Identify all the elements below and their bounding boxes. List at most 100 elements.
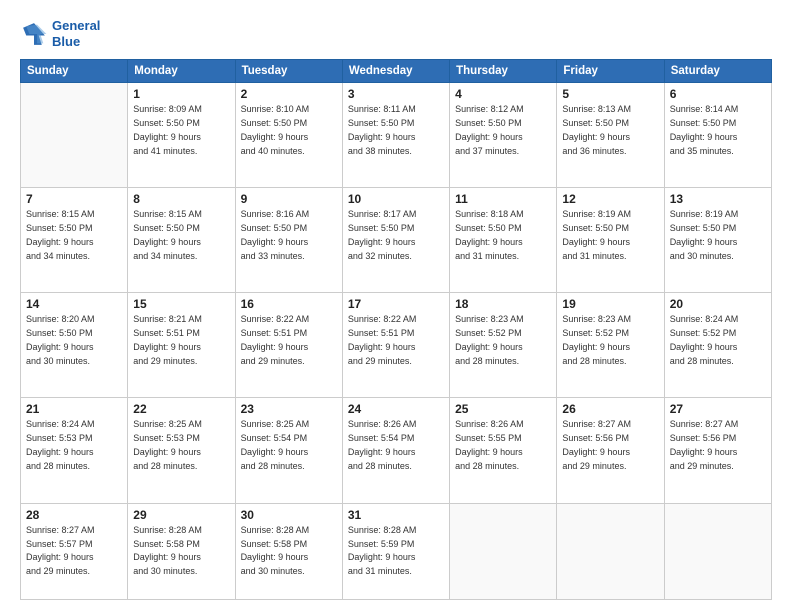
day-info: Sunrise: 8:11 AM Sunset: 5:50 PM Dayligh… [348, 103, 444, 159]
calendar-cell: 25Sunrise: 8:26 AM Sunset: 5:55 PM Dayli… [450, 398, 557, 503]
calendar-cell: 28 Sunrise: 8:27 AM Sunset: 5:57 PM Dayli… [21, 503, 128, 599]
day-number: 7 [26, 192, 122, 206]
day-info: Sunrise: 8:23 AM Sunset: 5:52 PM Dayligh… [562, 313, 658, 369]
calendar-cell: 1 Sunrise: 8:09 AM Sunset: 5:50 PM Daylig… [128, 83, 235, 188]
day-number: 21 [26, 402, 122, 416]
logo-icon [20, 20, 48, 48]
day-info: Sunrise: 8:15 AM Sunset: 5:50 PM Dayligh… [133, 208, 229, 264]
week-row-4: 21 Sunrise: 8:24 AM Sunset: 5:53 PM Dayli… [21, 398, 772, 503]
calendar-cell: 24 Sunrise: 8:26 AM Sunset: 5:54 PM Dayli… [342, 398, 449, 503]
day-number: 31 [348, 508, 444, 522]
header: General Blue [20, 18, 772, 49]
calendar-cell: 19 Sunrise: 8:23 AM Sunset: 5:52 PM Dayli… [557, 293, 664, 398]
logo-text: General Blue [52, 18, 100, 49]
calendar-cell: 3 Sunrise: 8:11 AM Sunset: 5:50 PM Daylig… [342, 83, 449, 188]
calendar-cell: 9Sunrise: 8:16 AM Sunset: 5:50 PM Daylig… [235, 188, 342, 293]
calendar-cell: 22Sunrise: 8:25 AM Sunset: 5:53 PM Dayli… [128, 398, 235, 503]
day-info: Sunrise: 8:28 AM Sunset: 5:58 PM Dayligh… [241, 524, 337, 580]
day-number: 28 [26, 508, 122, 522]
calendar-cell: 27Sunrise: 8:27 AM Sunset: 5:56 PM Dayli… [664, 398, 771, 503]
day-info: Sunrise: 8:22 AM Sunset: 5:51 PM Dayligh… [241, 313, 337, 369]
calendar-cell: 21 Sunrise: 8:24 AM Sunset: 5:53 PM Dayli… [21, 398, 128, 503]
day-info: Sunrise: 8:12 AM Sunset: 5:50 PM Dayligh… [455, 103, 551, 159]
calendar-cell: 29 Sunrise: 8:28 AM Sunset: 5:58 PM Dayli… [128, 503, 235, 599]
weekday-header-sunday: Sunday [21, 60, 128, 83]
day-number: 15 [133, 297, 229, 311]
calendar-cell [664, 503, 771, 599]
day-number: 12 [562, 192, 658, 206]
day-info: Sunrise: 8:25 AM Sunset: 5:54 PM Dayligh… [241, 418, 337, 474]
day-number: 2 [241, 87, 337, 101]
day-number: 6 [670, 87, 766, 101]
day-info: Sunrise: 8:23 AM Sunset: 5:52 PM Dayligh… [455, 313, 551, 369]
day-info: Sunrise: 8:17 AM Sunset: 5:50 PM Dayligh… [348, 208, 444, 264]
weekday-header-monday: Monday [128, 60, 235, 83]
calendar-cell [557, 503, 664, 599]
calendar-cell: 17 Sunrise: 8:22 AM Sunset: 5:51 PM Dayli… [342, 293, 449, 398]
day-number: 5 [562, 87, 658, 101]
calendar-cell: 18 Sunrise: 8:23 AM Sunset: 5:52 PM Dayli… [450, 293, 557, 398]
day-number: 23 [241, 402, 337, 416]
page: General Blue SundayMondayTuesdayWednesda… [0, 0, 792, 612]
day-info: Sunrise: 8:14 AM Sunset: 5:50 PM Dayligh… [670, 103, 766, 159]
day-number: 9 [241, 192, 337, 206]
calendar-cell: 11 Sunrise: 8:18 AM Sunset: 5:50 PM Dayli… [450, 188, 557, 293]
day-info: Sunrise: 8:09 AM Sunset: 5:50 PM Dayligh… [133, 103, 229, 159]
calendar-cell: 15Sunrise: 8:21 AM Sunset: 5:51 PM Dayli… [128, 293, 235, 398]
calendar-table: SundayMondayTuesdayWednesdayThursdayFrid… [20, 59, 772, 600]
calendar-cell [450, 503, 557, 599]
day-info: Sunrise: 8:15 AM Sunset: 5:50 PM Dayligh… [26, 208, 122, 264]
day-info: Sunrise: 8:26 AM Sunset: 5:54 PM Dayligh… [348, 418, 444, 474]
day-info: Sunrise: 8:24 AM Sunset: 5:52 PM Dayligh… [670, 313, 766, 369]
day-number: 29 [133, 508, 229, 522]
day-info: Sunrise: 8:28 AM Sunset: 5:59 PM Dayligh… [348, 524, 444, 580]
calendar-cell: 7 Sunrise: 8:15 AM Sunset: 5:50 PM Daylig… [21, 188, 128, 293]
weekday-header-friday: Friday [557, 60, 664, 83]
day-number: 1 [133, 87, 229, 101]
day-info: Sunrise: 8:22 AM Sunset: 5:51 PM Dayligh… [348, 313, 444, 369]
calendar-cell: 14Sunrise: 8:20 AM Sunset: 5:50 PM Dayli… [21, 293, 128, 398]
day-number: 17 [348, 297, 444, 311]
calendar-cell: 13 Sunrise: 8:19 AM Sunset: 5:50 PM Dayli… [664, 188, 771, 293]
day-info: Sunrise: 8:28 AM Sunset: 5:58 PM Dayligh… [133, 524, 229, 580]
day-number: 24 [348, 402, 444, 416]
calendar-cell: 8Sunrise: 8:15 AM Sunset: 5:50 PM Daylig… [128, 188, 235, 293]
week-row-5: 28 Sunrise: 8:27 AM Sunset: 5:57 PM Dayli… [21, 503, 772, 599]
day-number: 30 [241, 508, 337, 522]
calendar-cell: 30 Sunrise: 8:28 AM Sunset: 5:58 PM Dayli… [235, 503, 342, 599]
calendar-cell: 23 Sunrise: 8:25 AM Sunset: 5:54 PM Dayli… [235, 398, 342, 503]
logo: General Blue [20, 18, 100, 49]
day-number: 16 [241, 297, 337, 311]
calendar-cell: 5Sunrise: 8:13 AM Sunset: 5:50 PM Daylig… [557, 83, 664, 188]
calendar-cell: 10 Sunrise: 8:17 AM Sunset: 5:50 PM Dayli… [342, 188, 449, 293]
day-number: 13 [670, 192, 766, 206]
calendar-cell: 12Sunrise: 8:19 AM Sunset: 5:50 PM Dayli… [557, 188, 664, 293]
calendar-cell: 4Sunrise: 8:12 AM Sunset: 5:50 PM Daylig… [450, 83, 557, 188]
weekday-header-row: SundayMondayTuesdayWednesdayThursdayFrid… [21, 60, 772, 83]
day-number: 26 [562, 402, 658, 416]
calendar-cell [21, 83, 128, 188]
day-info: Sunrise: 8:24 AM Sunset: 5:53 PM Dayligh… [26, 418, 122, 474]
day-info: Sunrise: 8:27 AM Sunset: 5:56 PM Dayligh… [562, 418, 658, 474]
day-number: 10 [348, 192, 444, 206]
day-number: 20 [670, 297, 766, 311]
calendar-cell: 2 Sunrise: 8:10 AM Sunset: 5:50 PM Daylig… [235, 83, 342, 188]
day-info: Sunrise: 8:27 AM Sunset: 5:57 PM Dayligh… [26, 524, 122, 580]
day-info: Sunrise: 8:10 AM Sunset: 5:50 PM Dayligh… [241, 103, 337, 159]
calendar-cell: 31 Sunrise: 8:28 AM Sunset: 5:59 PM Dayli… [342, 503, 449, 599]
calendar-cell: 20 Sunrise: 8:24 AM Sunset: 5:52 PM Dayli… [664, 293, 771, 398]
day-number: 11 [455, 192, 551, 206]
day-info: Sunrise: 8:18 AM Sunset: 5:50 PM Dayligh… [455, 208, 551, 264]
day-info: Sunrise: 8:20 AM Sunset: 5:50 PM Dayligh… [26, 313, 122, 369]
day-number: 18 [455, 297, 551, 311]
day-info: Sunrise: 8:25 AM Sunset: 5:53 PM Dayligh… [133, 418, 229, 474]
week-row-3: 14Sunrise: 8:20 AM Sunset: 5:50 PM Dayli… [21, 293, 772, 398]
day-number: 27 [670, 402, 766, 416]
day-number: 3 [348, 87, 444, 101]
calendar-cell: 6 Sunrise: 8:14 AM Sunset: 5:50 PM Daylig… [664, 83, 771, 188]
day-info: Sunrise: 8:19 AM Sunset: 5:50 PM Dayligh… [670, 208, 766, 264]
weekday-header-tuesday: Tuesday [235, 60, 342, 83]
day-number: 25 [455, 402, 551, 416]
day-number: 19 [562, 297, 658, 311]
weekday-header-thursday: Thursday [450, 60, 557, 83]
